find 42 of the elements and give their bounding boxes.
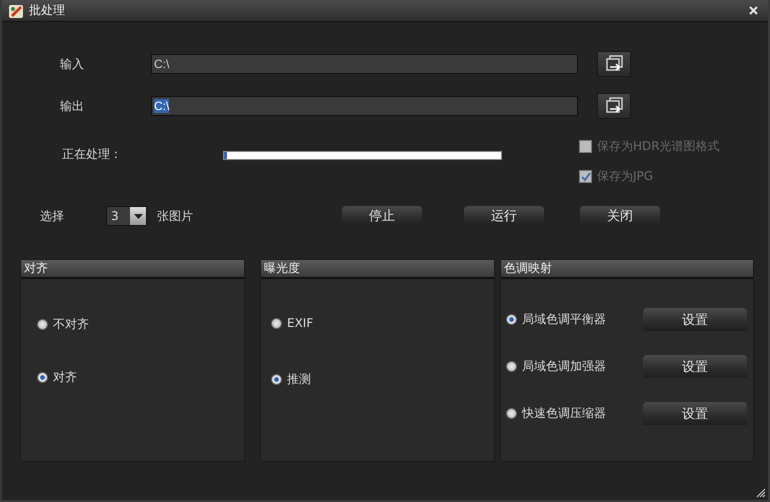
app-icon bbox=[8, 2, 24, 18]
checkbox-label: 保存为HDR光谱图格式 bbox=[597, 138, 720, 155]
count-dropdown[interactable]: 3 bbox=[106, 206, 147, 226]
select-label: 选择 bbox=[39, 208, 65, 224]
action-button[interactable]: 关闭 bbox=[580, 206, 660, 226]
radio-button[interactable] bbox=[271, 374, 282, 385]
close-icon bbox=[749, 6, 758, 15]
caret-icon bbox=[134, 214, 142, 218]
folder-arrow-icon bbox=[604, 55, 624, 73]
settings-button[interactable]: 设置 bbox=[643, 402, 747, 425]
group-header: 曝光度 bbox=[261, 260, 494, 279]
select-suffix: 张图片 bbox=[157, 208, 193, 224]
folder-arrow-icon bbox=[604, 97, 624, 115]
settings-button[interactable]: 设置 bbox=[643, 308, 747, 331]
action-button[interactable]: 停止 bbox=[342, 206, 422, 226]
close-button[interactable] bbox=[747, 4, 760, 17]
window-title: 批处理 bbox=[29, 2, 65, 19]
action-button[interactable]: 运行 bbox=[464, 206, 544, 226]
group-header: 对齐 bbox=[21, 260, 244, 279]
field-label: 输出 bbox=[59, 98, 85, 114]
browse-button[interactable] bbox=[597, 93, 631, 119]
radio-label: 不对齐 bbox=[53, 316, 89, 333]
radio-label: 推测 bbox=[287, 371, 311, 388]
radio-label: 对齐 bbox=[53, 369, 77, 386]
radio-button[interactable] bbox=[37, 372, 48, 383]
radio-label: 局域色调加强器 bbox=[522, 358, 606, 375]
radio-label: 快速色调压缩器 bbox=[522, 405, 606, 422]
radio-button[interactable] bbox=[506, 408, 517, 419]
progress-label: 正在处理 : bbox=[61, 146, 119, 163]
browse-button[interactable] bbox=[597, 51, 631, 77]
settings-button[interactable]: 设置 bbox=[643, 355, 747, 378]
radio-label: 局域色调平衡器 bbox=[522, 311, 606, 328]
radio-button[interactable] bbox=[506, 314, 517, 325]
path-field[interactable]: C:\ bbox=[151, 54, 578, 74]
group-header: 色调映射 bbox=[501, 260, 753, 279]
checkbox-label: 保存为JPG bbox=[597, 168, 654, 185]
field-label: 输入 bbox=[59, 56, 85, 72]
radio-button[interactable] bbox=[506, 361, 517, 372]
radio-button[interactable] bbox=[37, 319, 48, 330]
radio-label: EXIF bbox=[287, 316, 314, 330]
resize-grip-icon bbox=[756, 488, 766, 498]
radio-button[interactable] bbox=[271, 318, 282, 328]
